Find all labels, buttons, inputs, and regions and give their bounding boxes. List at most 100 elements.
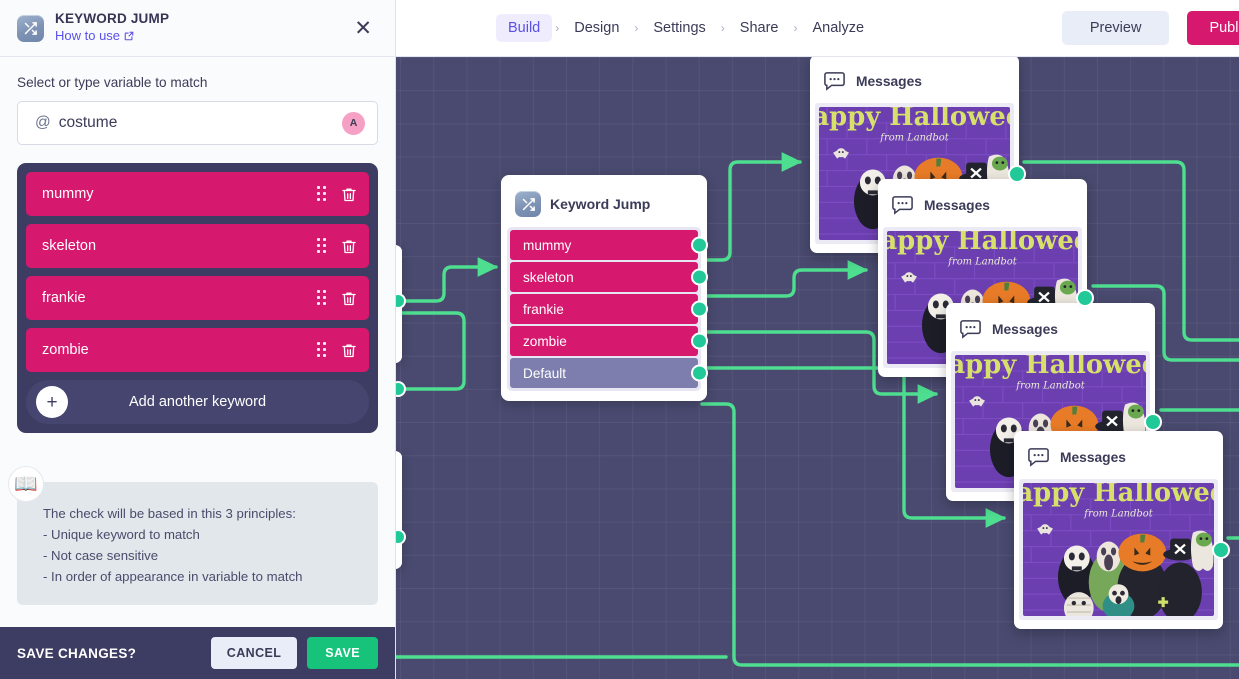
nav-separator: › xyxy=(720,21,725,35)
keyword-row[interactable]: zombie xyxy=(26,328,369,372)
panel-footer: SAVE CHANGES? CANCEL SAVE xyxy=(0,627,395,679)
nav-separator: › xyxy=(555,21,560,35)
external-link-icon xyxy=(124,32,134,41)
save-button[interactable]: SAVE xyxy=(307,637,378,669)
panel-header: KEYWORD JUMP How to use ✕ xyxy=(0,0,395,57)
keyword-label: frankie xyxy=(42,290,86,306)
variable-input[interactable]: @ costume A xyxy=(17,101,378,145)
output-port[interactable] xyxy=(691,332,708,350)
tab-analyze[interactable]: Analyze xyxy=(801,14,877,42)
output-port[interactable] xyxy=(691,364,708,382)
node-output-row[interactable]: frankie xyxy=(510,294,708,324)
output-port[interactable] xyxy=(691,236,708,254)
variable-section-label: Select or type variable to match xyxy=(17,75,208,90)
add-keyword-button[interactable]: + Add another keyword xyxy=(26,380,369,424)
nav-separator: › xyxy=(793,21,798,35)
drag-handle-icon[interactable] xyxy=(315,290,329,306)
keyword-list: mummy skeleton frankie zombie + Add anot… xyxy=(17,163,378,433)
variable-type-badge: A xyxy=(342,111,365,135)
output-port[interactable] xyxy=(691,268,708,286)
how-to-use-label: How to use xyxy=(55,28,121,44)
stub-body xyxy=(396,451,402,569)
publish-button[interactable]: Publish xyxy=(1187,11,1239,45)
node-output-label: skeleton xyxy=(523,269,574,285)
keyword-row[interactable]: skeleton xyxy=(26,224,369,268)
output-port[interactable] xyxy=(691,300,708,318)
node-output-row[interactable]: skeleton xyxy=(510,262,708,292)
nav-separator: › xyxy=(634,21,639,35)
node-output-row[interactable]: mummy xyxy=(510,230,708,260)
message-image-wrapper: Happy Halloween from Landbot xyxy=(1019,479,1230,620)
node-keyword-jump[interactable]: Keyword Jump mummy skeleton frankie zomb… xyxy=(501,175,708,401)
svg-text:Happy Halloween: Happy Halloween xyxy=(819,107,1010,132)
panel-title: KEYWORD JUMP xyxy=(55,11,170,27)
hidden-node-stub-2[interactable] xyxy=(396,451,402,569)
svg-text:from Landbot: from Landbot xyxy=(1083,509,1152,520)
node-title: Keyword Jump xyxy=(550,196,651,212)
top-bar: Build › Design › Settings › Share › Anal… xyxy=(396,0,1239,57)
keyword-label: skeleton xyxy=(42,238,97,254)
save-changes-prompt: SAVE CHANGES? xyxy=(17,645,137,661)
cancel-button[interactable]: CANCEL xyxy=(210,637,298,669)
node-output-label: frankie xyxy=(523,301,564,317)
keyword-row[interactable]: mummy xyxy=(26,172,369,216)
tab-design[interactable]: Design xyxy=(562,14,631,42)
book-icon: 📖 xyxy=(8,466,44,502)
drag-handle-icon[interactable] xyxy=(315,238,329,254)
delete-icon[interactable] xyxy=(341,290,357,307)
svg-text:from Landbot: from Landbot xyxy=(1015,381,1084,392)
tab-share[interactable]: Share xyxy=(728,14,791,42)
node-header: Messages xyxy=(883,184,1082,227)
tab-settings[interactable]: Settings xyxy=(641,14,717,42)
tab-build[interactable]: Build xyxy=(496,14,553,42)
top-bar-actions: Preview Publish xyxy=(1061,0,1239,56)
app-root: Keyword Jump mummy skeleton frankie zomb… xyxy=(0,0,1239,679)
node-output-label: Default xyxy=(523,365,567,381)
close-button[interactable]: ✕ xyxy=(348,14,378,43)
delete-icon[interactable] xyxy=(341,186,357,203)
node-header: Messages xyxy=(815,60,1014,103)
drag-handle-icon[interactable] xyxy=(315,342,329,358)
node-output-label: mummy xyxy=(523,237,572,253)
halloween-image: Happy Halloween from Landbot xyxy=(1023,483,1214,616)
output-port[interactable] xyxy=(1212,540,1230,559)
panel-header-text: KEYWORD JUMP How to use xyxy=(55,11,169,44)
svg-text:Happy Halloween: Happy Halloween xyxy=(887,231,1078,256)
node-messages[interactable]: Messages Happy Halloween xyxy=(1014,431,1230,629)
keyword-jump-panel: KEYWORD JUMP How to use ✕ Select or type… xyxy=(0,0,396,679)
node-title: Messages xyxy=(992,322,1058,337)
node-header: Messages xyxy=(1019,436,1218,479)
how-to-use-link[interactable]: How to use xyxy=(55,28,169,44)
chat-bubble-icon xyxy=(890,193,915,218)
output-port[interactable] xyxy=(1008,164,1026,183)
variable-input-value: costume xyxy=(58,114,118,131)
node-title: Messages xyxy=(924,198,990,213)
chat-bubble-icon xyxy=(1026,445,1051,470)
hint-text: The check will be based in this 3 princi… xyxy=(43,506,303,584)
node-title: Messages xyxy=(1060,450,1126,465)
delete-icon[interactable] xyxy=(341,342,357,359)
keyword-row[interactable]: frankie xyxy=(26,276,369,320)
main-nav: Build › Design › Settings › Share › Anal… xyxy=(496,14,876,42)
chat-bubble-icon xyxy=(822,69,847,94)
preview-button[interactable]: Preview xyxy=(1061,11,1170,45)
node-output-row[interactable]: zombie xyxy=(510,326,708,356)
output-port[interactable] xyxy=(1076,288,1094,307)
node-title: Messages xyxy=(856,74,922,89)
at-symbol-icon: @ xyxy=(35,114,51,131)
node-outputs-list: mummy skeleton frankie zombie Default xyxy=(507,227,708,391)
node-output-label: zombie xyxy=(523,333,567,349)
output-port[interactable] xyxy=(1144,412,1162,431)
add-keyword-label: Add another keyword xyxy=(128,394,267,410)
keyword-label: mummy xyxy=(42,186,94,202)
node-output-row-default[interactable]: Default xyxy=(510,358,708,388)
svg-text:from Landbot: from Landbot xyxy=(879,133,948,144)
delete-icon[interactable] xyxy=(341,238,357,255)
shuffle-icon xyxy=(17,14,44,42)
flow-canvas[interactable]: Keyword Jump mummy skeleton frankie zomb… xyxy=(396,57,1239,679)
plus-icon: + xyxy=(36,386,68,418)
svg-text:Happy Halloween: Happy Halloween xyxy=(955,355,1146,380)
node-header: Keyword Jump xyxy=(507,181,701,227)
drag-handle-icon[interactable] xyxy=(315,186,329,202)
svg-text:from Landbot: from Landbot xyxy=(947,257,1016,268)
